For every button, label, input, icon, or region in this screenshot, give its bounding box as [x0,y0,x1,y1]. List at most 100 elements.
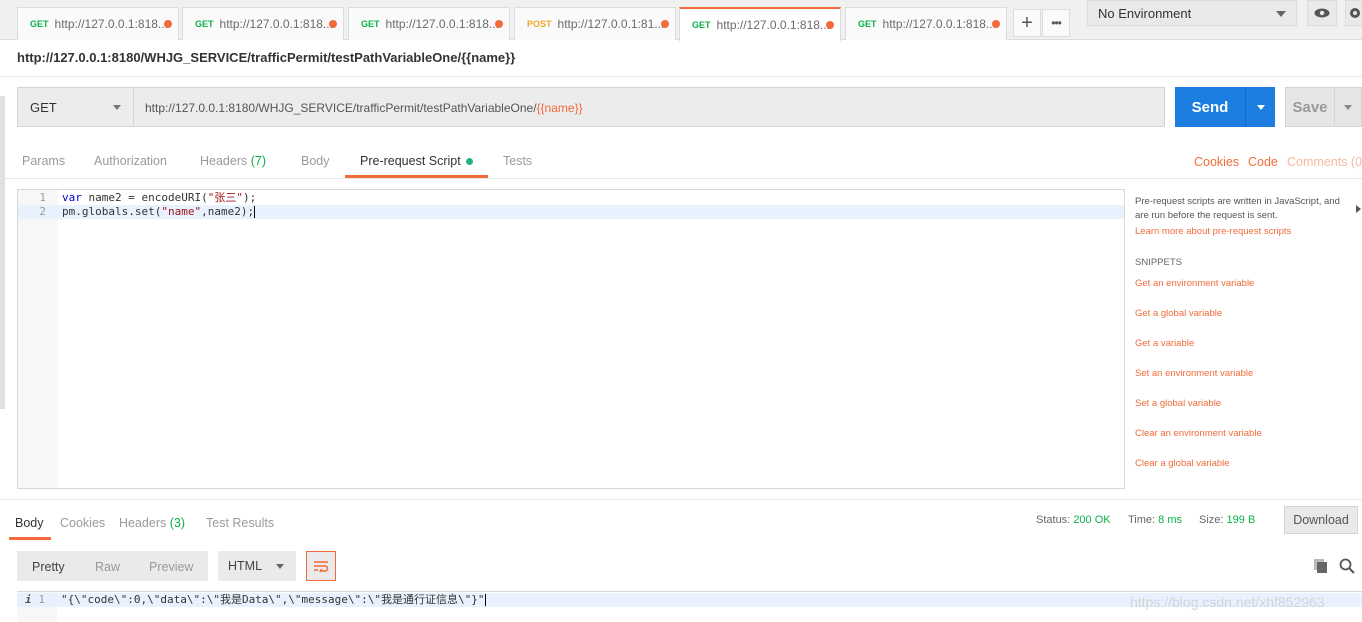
wrap-lines-button[interactable] [306,551,336,581]
code-link[interactable]: Code [1248,155,1278,169]
environment-quick-look-button[interactable] [1307,0,1337,26]
snippet-item[interactable]: Clear an environment variable [1135,428,1262,439]
snippet-item[interactable]: Get a global variable [1135,308,1222,319]
size-value: 199 B [1226,514,1256,526]
tab-method: GET [858,19,877,29]
cookies-link[interactable]: Cookies [1194,155,1239,169]
status-value: 200 OK [1073,514,1111,526]
environment-settings-button[interactable] [1345,0,1362,26]
language-label: HTML [228,559,263,573]
time-info: Time: 8 ms [1128,514,1182,526]
snippets-description: Pre-request scripts are written in JavaS… [1135,196,1340,221]
tab-pre-request-script[interactable]: Pre-request Script [360,154,473,168]
http-method-label: GET [30,100,57,115]
tab-body[interactable]: Body [301,154,330,168]
comments-link[interactable]: Comments (0 [1287,155,1362,169]
response-headers-count: (3) [169,516,186,530]
code-line: 1 var name2 = encodeURI("张三"); [18,191,1124,205]
more-icon: ••• [1051,16,1062,30]
request-tab-4[interactable]: POST http://127.0.0.1:81... [514,7,676,40]
editor-gutter [18,190,58,488]
request-name: http://127.0.0.1:8180/WHJG_SERVICE/traff… [17,50,516,65]
copy-icon[interactable] [1313,558,1329,574]
save-options-button[interactable] [1335,87,1362,127]
save-button[interactable]: Save [1285,87,1335,127]
tab-url: http://127.0.0.1:818... [882,17,996,31]
response-format-group: Pretty Raw Preview [17,551,208,581]
download-button[interactable]: Download [1284,506,1358,534]
learn-more-link[interactable]: Learn more about pre-request scripts [1135,226,1291,237]
format-raw[interactable]: Raw [95,560,120,574]
chevron-down-icon [1276,11,1286,17]
format-preview[interactable]: Preview [149,560,193,574]
response-tab-headers[interactable]: Headers (3) [119,516,185,530]
response-tab-cookies[interactable]: Cookies [60,516,105,530]
unsaved-dot-icon [826,21,834,29]
response-tab-body[interactable]: Body [15,516,44,530]
tab-params[interactable]: Params [22,154,65,168]
line-number: 1 [38,593,45,606]
search-icon[interactable] [1339,558,1355,574]
collapse-snippets-icon[interactable] [1356,205,1361,213]
tab-url: http://127.0.0.1:81... [557,17,665,31]
request-tab-3[interactable]: GET http://127.0.0.1:818... [348,7,510,40]
snippet-item[interactable]: Get an environment variable [1135,278,1254,289]
code-line-active: 2 pm.globals.set("name",name2); [18,205,1124,219]
tab-authorization[interactable]: Authorization [94,154,167,168]
unsaved-dot-icon [992,20,1000,28]
divider [0,178,1362,179]
request-tab-2[interactable]: GET http://127.0.0.1:818... [182,7,344,40]
request-tab-1[interactable]: GET http://127.0.0.1:818... [17,7,179,40]
tab-headers[interactable]: Headers (7) [200,154,266,168]
tab-url: http://127.0.0.1:818... [716,18,830,32]
tab-headers-label: Headers [200,154,248,168]
chevron-down-icon [113,105,121,110]
url-base: http://127.0.0.1:8180/WHJG_SERVICE/traff… [145,101,537,115]
tab-url: http://127.0.0.1:818... [385,17,499,31]
chevron-down-icon [1256,104,1265,110]
add-tab-button[interactable]: + [1013,9,1041,37]
watermark: https://blog.csdn.net/xhf852963 [1130,594,1325,610]
left-scrollbar[interactable] [0,96,5,409]
active-response-tab-indicator [9,537,51,540]
code-text: pm.globals.set("name",name2); [62,205,256,218]
snippet-item[interactable]: Set an environment variable [1135,368,1253,379]
response-tab-test-results[interactable]: Test Results [206,516,274,530]
response-language-select[interactable]: HTML [218,551,296,581]
time-value: 8 ms [1158,514,1182,526]
active-dot-icon [465,158,473,166]
tab-pre-request-label: Pre-request Script [360,154,461,168]
more-tabs-button[interactable]: ••• [1042,9,1070,37]
send-options-button[interactable] [1245,87,1275,127]
plus-icon: + [1021,11,1033,34]
tab-method: GET [361,19,380,29]
tab-tests[interactable]: Tests [503,154,532,168]
status-info: Status: 200 OK [1036,514,1111,526]
request-tab-6[interactable]: GET http://127.0.0.1:818... [845,7,1007,40]
tab-url: http://127.0.0.1:818... [219,17,333,31]
pre-request-script-editor[interactable]: 1 var name2 = encodeURI("张三"); 2 pm.glob… [17,189,1125,489]
snippet-item[interactable]: Set a global variable [1135,398,1221,409]
tab-method: POST [527,19,552,29]
http-method-select[interactable]: GET [17,87,134,127]
tab-method: GET [692,20,711,30]
snippet-item[interactable]: Get a variable [1135,338,1194,349]
unsaved-dot-icon [661,20,669,28]
divider [0,76,1362,77]
request-tab-5-active[interactable]: GET http://127.0.0.1:818... [679,7,841,41]
snippets-heading: SNIPPETS [1135,257,1182,268]
response-headers-label: Headers [119,516,167,530]
wrap-icon [314,561,329,572]
send-button[interactable]: Send [1175,87,1245,127]
snippet-item[interactable]: Clear a global variable [1135,458,1230,469]
unsaved-dot-icon [495,20,503,28]
environment-select[interactable]: No Environment [1087,0,1297,26]
format-pretty[interactable]: Pretty [32,560,65,574]
unsaved-dot-icon [329,20,337,28]
tab-method: GET [195,19,214,29]
url-input[interactable]: http://127.0.0.1:8180/WHJG_SERVICE/traff… [134,87,1165,127]
tab-method: GET [30,19,49,29]
eye-icon [1314,8,1330,18]
postman-window: GET http://127.0.0.1:818... GET http://1… [0,0,1362,622]
unsaved-dot-icon [164,20,172,28]
